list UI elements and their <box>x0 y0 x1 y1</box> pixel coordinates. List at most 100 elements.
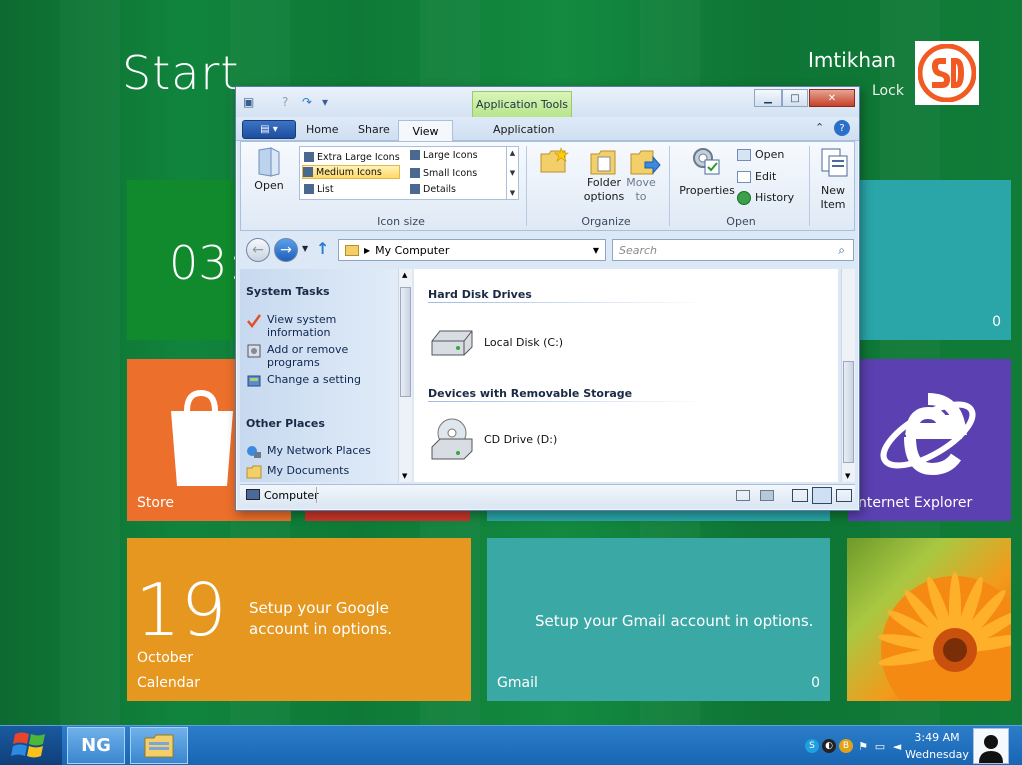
gmail-tile[interactable]: Setup your Gmail account in options. Gma… <box>487 538 830 701</box>
lock-link[interactable]: Lock <box>872 83 904 99</box>
forward-button[interactable]: → <box>274 238 298 262</box>
gallery-more-icon[interactable]: ▼ <box>510 189 515 197</box>
layout-large-icons[interactable]: Large Icons <box>410 148 478 162</box>
layout-medium-icons[interactable]: Medium Icons <box>302 165 400 179</box>
navigation-pane-icon[interactable] <box>836 489 852 502</box>
recent-pages-icon[interactable]: ▼ <box>302 244 308 253</box>
gallery-scroll[interactable]: ▲ ▼ ▼ <box>506 147 518 199</box>
cd-drive-item[interactable]: CD Drive (D:) <box>428 417 557 461</box>
extra-large-icons-icon <box>304 152 314 162</box>
properties-icon[interactable] <box>689 146 721 176</box>
properties-button[interactable]: Properties <box>679 184 735 198</box>
layout-small-icons[interactable]: Small Icons <box>410 166 477 180</box>
breadcrumb-arrow-icon[interactable]: ▶ <box>364 246 370 255</box>
internet-explorer-tile[interactable]: nternet Explorer <box>848 359 1011 521</box>
open-folder-icon[interactable] <box>257 146 281 178</box>
clock-day: Wednesday <box>905 748 969 761</box>
folder-icon <box>345 244 359 256</box>
volume-icon[interactable]: ◄ <box>890 739 904 753</box>
weather-tile[interactable]: 0 <box>858 180 1011 340</box>
skype-icon[interactable]: S <box>805 739 819 753</box>
change-setting-link[interactable]: Change a setting <box>246 373 361 389</box>
open-menu-label: Open <box>755 148 785 161</box>
checkmark-icon <box>247 314 262 329</box>
tab-share[interactable]: Share <box>358 123 390 136</box>
ribbon-collapse-icon[interactable]: ⌃ <box>815 121 824 134</box>
thumbnail-view-icon[interactable] <box>760 490 774 501</box>
clock-tile[interactable]: 03: <box>127 180 237 340</box>
folder-options-icon[interactable] <box>589 146 619 176</box>
scroll-thumb[interactable] <box>843 361 854 463</box>
display-icon[interactable]: ▭ <box>873 739 887 753</box>
address-dropdown-icon[interactable]: ▼ <box>593 246 599 255</box>
application-tools-tab[interactable]: Application Tools <box>472 91 572 117</box>
task-pane-scrollbar[interactable]: ▲ ▼ <box>398 269 412 482</box>
help-circle-icon[interactable]: ? <box>834 120 850 136</box>
scroll-down-icon[interactable]: ▼ <box>845 472 850 480</box>
move-to-button[interactable]: Move to <box>623 176 659 204</box>
help-icon[interactable]: ? <box>282 95 288 109</box>
photo-tile[interactable] <box>847 538 1011 701</box>
move-to-icon[interactable] <box>629 146 661 176</box>
user-avatar[interactable] <box>915 41 979 105</box>
computer-icon[interactable]: ▣ <box>243 95 254 109</box>
security-icon[interactable]: ◐ <box>822 739 836 753</box>
layout-list-label: List <box>317 183 334 195</box>
back-button[interactable]: ← <box>246 238 270 262</box>
store-tile[interactable]: Store <box>127 359 237 521</box>
open-menu-button[interactable]: Open <box>737 148 784 162</box>
up-arrow-icon[interactable]: ↑ <box>316 239 329 258</box>
layout-list[interactable]: List <box>304 182 334 196</box>
layout-extra-large-icons[interactable]: Extra Large Icons <box>304 150 400 164</box>
address-bar[interactable]: ▶ My Computer ▼ <box>338 239 606 261</box>
user-name[interactable]: Imtikhan <box>808 48 896 72</box>
gallery-down-icon[interactable]: ▼ <box>510 169 515 177</box>
taskbar-app-explorer[interactable] <box>130 727 188 764</box>
content-scrollbar[interactable]: ▼ <box>841 269 855 482</box>
maximize-button[interactable]: □ <box>782 89 808 107</box>
new-item-icon[interactable] <box>819 146 849 178</box>
scroll-up-icon[interactable]: ▲ <box>402 271 407 279</box>
file-menu-button[interactable]: ▤ ▾ <box>242 120 296 139</box>
content-area[interactable]: Hard Disk Drives Local Disk (C:) Devices… <box>414 269 838 482</box>
edit-button[interactable]: Edit <box>737 170 776 184</box>
search-icon[interactable]: ⌕ <box>838 243 845 258</box>
network-places-link[interactable]: My Network Places <box>246 444 371 460</box>
flag-icon[interactable]: ⚑ <box>856 739 870 753</box>
customize-toolbar-icon[interactable]: ▾ <box>322 95 328 109</box>
preview-pane-icon[interactable] <box>792 489 808 502</box>
my-documents-label: My Documents <box>267 464 350 477</box>
new-item-button[interactable]: New Item <box>813 184 853 212</box>
title-bar[interactable]: ▣ ? ↷ ▾ Application Tools ▁ □ ✕ <box>236 87 859 117</box>
updates-icon[interactable]: B <box>839 739 853 753</box>
details-pane-icon[interactable] <box>812 487 832 504</box>
user-account-icon[interactable] <box>973 728 1009 764</box>
search-input[interactable]: Search ⌕ <box>612 239 854 261</box>
details-view-icon[interactable] <box>736 490 750 501</box>
scroll-thumb[interactable] <box>400 287 411 397</box>
layout-medium-label: Medium Icons <box>316 166 382 178</box>
calendar-tile[interactable]: 19 October Setup your Google account in … <box>127 538 471 701</box>
scroll-down-icon[interactable]: ▼ <box>402 472 407 480</box>
gallery-up-icon[interactable]: ▲ <box>510 149 515 157</box>
my-documents-link[interactable]: My Documents <box>246 464 349 480</box>
layout-details[interactable]: Details <box>410 182 456 196</box>
taskbar-clock[interactable]: 3:49 AM Wednesday <box>904 729 970 763</box>
layout-gallery[interactable]: Extra Large Icons Large Icons Medium Ico… <box>299 146 519 200</box>
add-remove-programs-link[interactable]: Add or remove programs <box>246 343 357 369</box>
new-folder-icon[interactable] <box>539 146 569 174</box>
taskbar-app-ng[interactable]: NG <box>67 727 125 764</box>
close-button[interactable]: ✕ <box>809 89 855 107</box>
open-button[interactable]: Open <box>251 179 287 193</box>
tab-view[interactable]: View <box>398 120 453 142</box>
history-button[interactable]: History <box>737 191 794 205</box>
tab-home[interactable]: Home <box>306 123 338 136</box>
start-button[interactable] <box>0 726 62 765</box>
local-disk-item[interactable]: Local Disk (C:) <box>428 327 563 357</box>
minimize-button[interactable]: ▁ <box>754 89 782 107</box>
folder-options-button[interactable]: Folder options <box>579 176 629 204</box>
explorer-window[interactable]: ▣ ? ↷ ▾ Application Tools ▁ □ ✕ ▤ ▾ Home… <box>235 86 860 511</box>
redo-icon[interactable]: ↷ <box>302 95 312 109</box>
view-system-info-link[interactable]: View system information <box>246 313 357 339</box>
tab-application[interactable]: Application <box>493 123 554 136</box>
